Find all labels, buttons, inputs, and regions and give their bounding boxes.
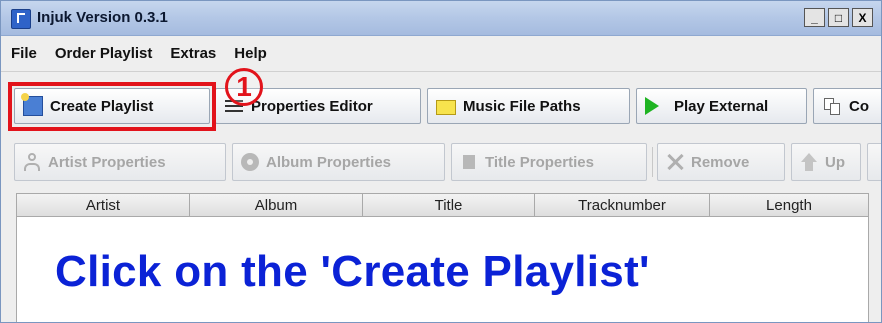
highlight-box [8,82,216,131]
play-external-label: Play External [674,97,769,115]
title-properties-button[interactable]: Title Properties [451,143,647,181]
window-title: Injuk Version 0.3.1 [37,9,168,26]
playlist-table-body[interactable]: Click on the 'Create Playlist' [16,217,869,322]
playlist-table-header: Artist Album Title Tracknumber Length [16,193,869,217]
secondary-toolbar: Artist Properties Album Properties Title… [1,139,881,189]
menu-file[interactable]: File [11,45,37,62]
menu-help[interactable]: Help [234,45,267,62]
copy-label: Co [849,97,869,115]
window-controls: _ □ X [804,8,873,27]
instruction-text: Click on the 'Create Playlist' [55,247,650,296]
title-bar[interactable]: Injuk Version 0.3.1 _ □ X [1,1,881,36]
app-window: Injuk Version 0.3.1 _ □ X File Order Pla… [0,0,882,323]
up-button[interactable]: Up [791,143,861,181]
music-note-icon [460,153,478,171]
up-label: Up [825,153,845,171]
album-properties-label: Album Properties [266,153,392,171]
column-header-album[interactable]: Album [190,194,363,216]
close-button[interactable]: X [852,8,873,27]
remove-button[interactable]: Remove [657,143,785,181]
remove-x-icon [666,153,684,171]
maximize-button[interactable]: □ [828,8,849,27]
artist-properties-label: Artist Properties [48,153,166,171]
column-header-length[interactable]: Length [710,194,868,216]
menu-extras[interactable]: Extras [170,45,216,62]
main-toolbar: Create Playlist Properties Editor Music … [1,68,881,140]
music-file-paths-button[interactable]: Music File Paths [427,88,630,124]
copy-icon [822,96,842,116]
title-properties-label: Title Properties [485,153,594,171]
column-header-artist[interactable]: Artist [17,194,190,216]
step-callout-badge: 1 [225,68,263,106]
next-toolbar-button[interactable] [867,143,881,181]
play-icon [645,97,659,115]
person-icon [23,153,41,171]
music-file-paths-label: Music File Paths [463,97,581,115]
minimize-button[interactable]: _ [804,8,825,27]
column-header-title[interactable]: Title [363,194,535,216]
disc-icon [241,153,259,171]
app-logo-icon [11,9,31,29]
folder-icon [436,100,456,115]
album-properties-button[interactable]: Album Properties [232,143,445,181]
artist-properties-button[interactable]: Artist Properties [14,143,226,181]
column-header-tracknumber[interactable]: Tracknumber [535,194,710,216]
toolbar-separator [652,147,653,177]
play-external-button[interactable]: Play External [636,88,807,124]
remove-label: Remove [691,153,750,171]
properties-editor-label: Properties Editor [251,97,373,115]
arrow-up-icon [800,153,818,171]
menu-order-playlist[interactable]: Order Playlist [55,45,153,62]
copy-button[interactable]: Co [813,88,881,124]
menu-bar: File Order Playlist Extras Help [1,36,881,70]
